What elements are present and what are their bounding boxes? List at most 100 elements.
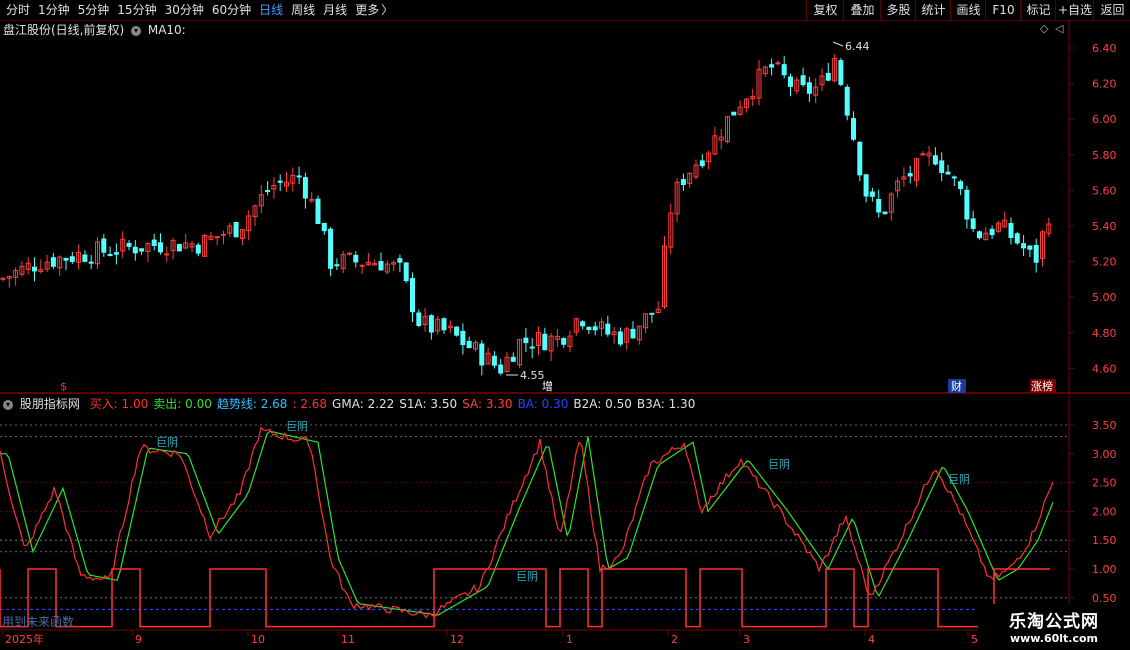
price-tick-label: 6.40	[1092, 42, 1117, 55]
date-tick-label: 9	[135, 633, 142, 646]
date-tick-label: 4	[868, 633, 875, 646]
candle-body	[82, 254, 88, 262]
candle-body	[491, 355, 497, 366]
candle-body	[970, 218, 976, 229]
candle-body	[939, 160, 945, 173]
brand-box[interactable]: 乐淘公式网 www.60lt.com	[978, 604, 1130, 650]
price-tick-label: 5.20	[1092, 256, 1117, 269]
candle-body	[454, 326, 460, 336]
indicator-tick-label: 2.50	[1092, 477, 1117, 490]
annotation-label: 巨阴	[286, 420, 308, 433]
brand-name: 乐淘公式网	[1009, 612, 1099, 632]
price-tick-label: 5.40	[1092, 220, 1117, 233]
candle-body	[479, 343, 485, 366]
candle-body	[857, 141, 863, 176]
candle-body	[214, 236, 220, 239]
price-tick-label: 6.00	[1092, 113, 1117, 126]
candle-body	[221, 233, 226, 236]
candle-body	[410, 278, 415, 313]
price-tick-label: 4.80	[1092, 327, 1117, 340]
date-tick-label: 3	[743, 633, 750, 646]
candle-body	[328, 228, 334, 269]
candle-body	[32, 266, 37, 272]
candle-body	[781, 64, 787, 76]
candle-body	[806, 82, 812, 94]
candle-body	[964, 189, 970, 220]
candle-body	[844, 86, 850, 116]
candle-body	[630, 328, 636, 339]
candle-body	[498, 364, 504, 374]
candle-body	[958, 181, 964, 190]
candle-body	[977, 231, 982, 239]
annotation-label: 巨阴	[156, 436, 178, 449]
watermark-text: 用到未来函数	[2, 615, 75, 629]
sell-line	[0, 430, 1054, 616]
candle-body	[88, 261, 94, 264]
price-tick-label: 5.00	[1092, 291, 1117, 304]
candle-body	[441, 318, 447, 331]
candle-body	[101, 238, 107, 253]
candle-body	[1021, 243, 1027, 249]
candle-body	[113, 252, 119, 255]
candle-body	[460, 330, 466, 346]
candle-body	[265, 190, 271, 193]
price-tick-label: 4.60	[1092, 362, 1117, 375]
marker-dollar: $	[60, 380, 67, 393]
candle-body	[416, 312, 422, 326]
candle-body	[825, 72, 831, 81]
candle-body	[334, 264, 340, 267]
candle-body	[315, 198, 321, 225]
candle-body	[139, 248, 145, 252]
candle-body	[869, 191, 875, 197]
date-axis: 2025年 9 10 11 12 1 2 3 4 5	[1, 630, 978, 646]
candle-body	[523, 337, 529, 344]
annotation-label: 巨阴	[948, 473, 970, 486]
candle-body	[800, 75, 806, 86]
indicator-tick-label: 1.00	[1092, 563, 1117, 576]
candle-body	[158, 242, 163, 253]
annotation-label: 巨阴	[768, 458, 790, 471]
indicator-tick-label: 3.00	[1092, 448, 1117, 461]
candle-body	[876, 198, 882, 213]
candle-body	[378, 261, 384, 271]
candle-body	[561, 338, 567, 345]
candle-body	[1014, 233, 1020, 244]
candle-body	[951, 176, 957, 179]
date-tick-label: 1	[566, 633, 573, 646]
candle-body	[176, 243, 182, 252]
high-label: 6.44	[845, 40, 870, 53]
price-tick-label: 5.60	[1092, 184, 1117, 197]
low-label: 4.55	[520, 369, 545, 382]
candle-body	[1033, 244, 1039, 263]
candle-body	[907, 173, 913, 177]
candle-body	[649, 312, 655, 315]
candle-body	[580, 321, 586, 327]
candle-body	[1027, 245, 1033, 250]
date-tick-label: 11	[341, 633, 355, 646]
candle-body	[605, 323, 611, 335]
candle-body	[321, 222, 327, 232]
candle-body	[775, 62, 781, 65]
candle-body	[542, 333, 548, 351]
candle-body	[233, 222, 239, 238]
indicator-axis: 3.50 3.00 2.50 2.00 1.50 1.00 0.50	[1069, 419, 1117, 605]
candle-body	[277, 180, 283, 183]
candle-body	[428, 315, 434, 333]
candle-body	[359, 264, 365, 267]
candle-body	[680, 179, 686, 186]
annotation-label: 巨阴	[516, 570, 538, 583]
candle-body	[788, 76, 793, 87]
indicator-lines: 巨阴巨阴巨阴巨阴巨阴	[0, 420, 1054, 628]
candle-body	[302, 177, 308, 199]
kline-chart: 6.40 6.20 6.00 5.80 5.60 5.40 5.20 5.00 4.80 4.60…	[0, 20, 1130, 646]
candle-body	[863, 174, 869, 197]
candle-body	[151, 239, 157, 246]
candle-body	[838, 60, 844, 85]
marker-increase: 增	[542, 379, 553, 393]
candle-body	[592, 326, 598, 331]
date-tick-label: 12	[450, 633, 464, 646]
candle-body	[920, 153, 926, 156]
candle-body	[69, 256, 75, 262]
candle-body	[296, 175, 302, 178]
candle-body	[851, 118, 856, 140]
